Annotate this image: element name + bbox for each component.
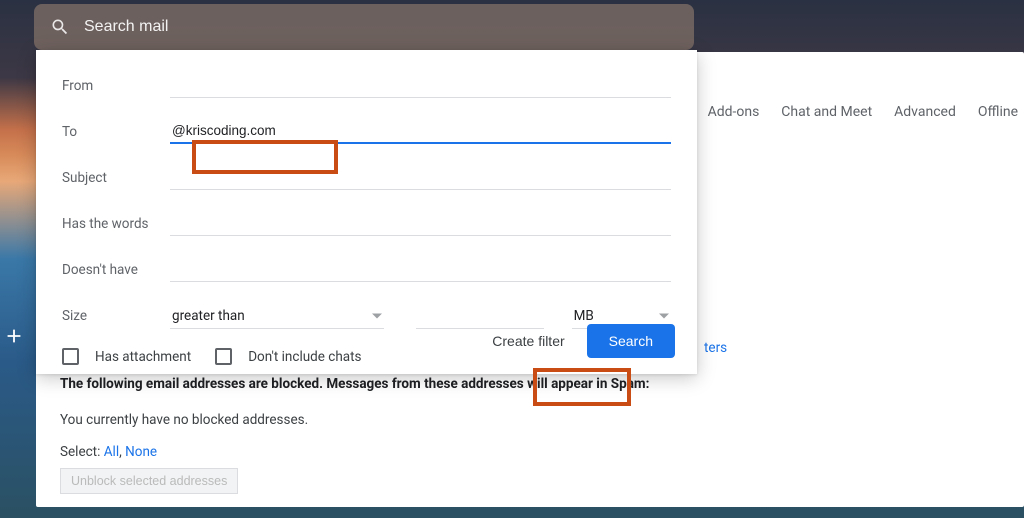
chevron-down-icon <box>659 313 669 318</box>
from-input[interactable] <box>170 74 671 98</box>
subject-input[interactable] <box>170 166 671 190</box>
compose-button-edge[interactable] <box>0 320 30 352</box>
dont-include-chats-label: Don't include chats <box>248 349 361 365</box>
tab-offline[interactable]: Offline <box>978 104 1018 120</box>
from-label: From <box>62 78 170 94</box>
doesnt-have-input[interactable] <box>170 258 671 282</box>
checkbox-icon <box>215 348 232 365</box>
dont-include-chats-checkbox[interactable]: Don't include chats <box>215 348 361 365</box>
chevron-down-icon <box>372 313 382 318</box>
tab-chat-and-meet[interactable]: Chat and Meet <box>781 104 872 120</box>
select-all-link[interactable]: All <box>104 444 119 460</box>
search-button[interactable]: Search <box>587 324 675 358</box>
has-words-label: Has the words <box>62 216 170 232</box>
select-label: Select: <box>60 444 100 460</box>
checkbox-icon <box>62 348 79 365</box>
plus-icon <box>3 325 25 347</box>
has-attachment-checkbox[interactable]: Has attachment <box>62 348 191 365</box>
settings-tabs: MAP Add-ons Chat and Meet Advanced Offli… <box>655 104 1018 120</box>
size-unit-value: MB <box>574 308 594 324</box>
size-operator-value: greater than <box>172 308 245 324</box>
blocked-empty-msg: You currently have no blocked addresses. <box>60 412 1000 428</box>
search-input[interactable] <box>84 18 678 36</box>
unblock-button: Unblock selected addresses <box>60 468 238 494</box>
blocked-heading: The following email addresses are blocke… <box>60 376 1000 392</box>
to-label: To <box>62 124 170 140</box>
has-words-input[interactable] <box>170 212 671 236</box>
blocked-addresses-section: ters The following email addresses are b… <box>60 376 1000 494</box>
search-icon <box>50 17 70 37</box>
select-none-link[interactable]: None <box>125 444 157 460</box>
subject-label: Subject <box>62 170 170 186</box>
search-bar[interactable] <box>34 4 694 50</box>
tab-addons[interactable]: Add-ons <box>708 104 760 120</box>
doesnt-have-label: Doesn't have <box>62 262 170 278</box>
has-attachment-label: Has attachment <box>95 349 191 365</box>
size-operator-select[interactable]: greater than <box>170 303 384 329</box>
size-label: Size <box>62 308 170 324</box>
create-filter-button[interactable]: Create filter <box>480 324 576 358</box>
tab-advanced[interactable]: Advanced <box>894 104 956 120</box>
link-partial[interactable]: ters <box>704 340 727 356</box>
filter-panel: From To Subject Has the words Doesn't ha… <box>36 50 697 374</box>
to-input[interactable] <box>170 120 671 144</box>
